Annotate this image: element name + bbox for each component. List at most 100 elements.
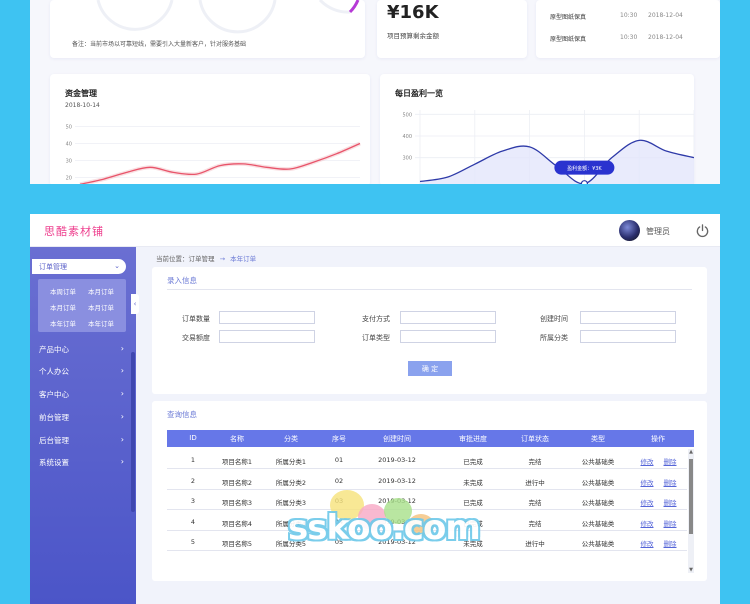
table-cell: 2	[190, 476, 196, 485]
table-cell: 进行中	[525, 540, 545, 548]
edit-link[interactable]: 修改	[641, 456, 654, 466]
summary-card: 备注：当前市场以可靠短线，需要引入大量新客户，针对服务基础	[50, 0, 365, 58]
power-icon[interactable]	[695, 223, 710, 238]
line-glow	[79, 141, 361, 184]
scroll-thumb[interactable]	[689, 459, 693, 534]
table-cell: 公共基础类	[581, 478, 615, 487]
table-cell: 公共基础类	[581, 540, 615, 548]
y-tick-label: 400	[402, 134, 412, 140]
table-cell: 公共基础类	[581, 519, 615, 528]
submenu-item[interactable]: 本月订单	[50, 302, 76, 312]
table-cell: 项目名称2	[221, 478, 253, 487]
table-cell: 项目名称5	[221, 540, 253, 548]
tooltip-text: 盈利金额：¥3K	[567, 165, 602, 172]
orders-submenu: 本周订单 本月订单 本月订单 本月订单 本年订单 本年订单	[38, 279, 126, 332]
watermark-logo: sskoo.com	[268, 490, 498, 560]
chevron-down-icon: ⌄	[114, 262, 120, 270]
sidebar-scrollbar[interactable]	[131, 352, 135, 512]
user-name[interactable]: 管理员	[646, 226, 670, 237]
scroll-down-icon[interactable]: ▼	[688, 567, 694, 573]
confirm-button[interactable]: 确 定	[408, 361, 452, 376]
edit-link[interactable]: 修改	[641, 518, 654, 528]
breadcrumb: 当前位置：订单管理 → 本年订单	[156, 255, 257, 263]
payment-method-input[interactable]	[400, 311, 496, 324]
entry-section: 录入信息 订单数量 支付方式 创建时间 交易额度 订单类型 所属分类 确 定	[152, 267, 707, 394]
dashboard-preview: 备注：当前市场以可靠短线，需要引入大量新客户，针对服务基础 ¥16K 项目预算剩…	[30, 0, 720, 184]
table-cell: 项目名称3	[221, 499, 253, 507]
delete-link[interactable]: 删除	[664, 456, 677, 466]
order-count-input[interactable]	[219, 311, 315, 324]
submenu-item[interactable]: 本周订单	[50, 286, 76, 296]
table-row: 1 项目名称1 所属分类1 01 2019-03-12 已完成 完结 公共基础类 修改 删除	[167, 449, 687, 469]
breadcrumb-parent[interactable]: 订单管理	[189, 255, 215, 263]
table-cell: 2019-03-12	[378, 456, 416, 464]
table-cell: 4	[190, 517, 196, 526]
table-cell: 3	[190, 497, 196, 505]
delete-link[interactable]: 删除	[664, 538, 677, 548]
table-scrollbar[interactable]: ▲ ▼	[688, 449, 694, 573]
y-tick-label: 300	[402, 156, 412, 162]
entry-title: 录入信息	[167, 276, 197, 285]
breadcrumb-current: 本年订单	[230, 255, 257, 263]
collapse-sidebar-button[interactable]: ‹	[131, 294, 139, 314]
category-input[interactable]	[580, 330, 676, 343]
scroll-up-icon[interactable]: ▲	[688, 449, 694, 455]
budget-value: ¥16K	[387, 2, 439, 23]
field-label: 交易额度	[182, 334, 210, 342]
field-label: 订单数量	[182, 315, 210, 323]
sidebar-item-settings[interactable]: 系统设置 ›	[39, 457, 124, 468]
sidebar-item-customers[interactable]: 客户中心 ›	[39, 389, 124, 400]
submenu-item[interactable]: 本年订单	[50, 318, 76, 328]
fund-chart-card: 资金管理 2018-10-14 50 40 30 20	[50, 74, 370, 184]
profit-chart-card: 每日盈利一览 500 400 300 盈利金额：¥3K	[380, 74, 694, 184]
record-card: 原型图纸保真 10:30 2018-12-04 原型图纸保真 10:30 201…	[536, 0, 720, 58]
sidebar-item-office[interactable]: 个人办公 ›	[39, 366, 124, 377]
gauge-arcs	[96, 0, 360, 34]
y-tick-label: 20	[66, 176, 72, 182]
sidebar: 订单管理 ⌄ 本周订单 本月订单 本月订单 本月订单 本年订单 本年订单 产品中心…	[30, 247, 136, 604]
sidebar-item-orders[interactable]: 订单管理 ⌄	[32, 259, 126, 274]
table-cell: 公共基础类	[581, 458, 615, 466]
create-time-input[interactable]	[580, 311, 676, 324]
table-cell: 完结	[528, 499, 542, 507]
trade-amount-input[interactable]	[219, 330, 315, 343]
chevron-right-icon: ›	[120, 435, 124, 444]
top-bar: 思酷素材铺 管理员	[30, 214, 720, 247]
field-label: 创建时间	[540, 315, 568, 323]
order-type-input[interactable]	[400, 330, 496, 343]
field-label: 订单类型	[362, 334, 390, 342]
watermark-text: sskoo.com	[288, 508, 481, 548]
budget-card: ¥16K 项目预算剩余金额	[377, 0, 527, 58]
chevron-right-icon: ›	[120, 344, 124, 353]
edit-link[interactable]: 修改	[641, 497, 654, 507]
table-cell: 公共基础类	[581, 499, 615, 507]
submenu-item[interactable]: 本月订单	[88, 302, 114, 312]
table-cell: 未完成	[463, 478, 483, 487]
data-point	[580, 180, 588, 184]
delete-link[interactable]: 删除	[664, 477, 677, 487]
edit-link[interactable]: 修改	[641, 538, 654, 548]
submenu-item[interactable]: 本月订单	[88, 286, 114, 296]
table-cell: 已完成	[463, 458, 483, 466]
table-cell: 01	[334, 456, 344, 464]
delete-link[interactable]: 删除	[664, 497, 677, 507]
y-tick-label: 50	[66, 125, 72, 131]
y-tick-label: 500	[402, 112, 412, 118]
chevron-right-icon: ›	[120, 457, 124, 466]
table-cell: 项目名称1	[221, 458, 253, 466]
table-cell: 5	[190, 538, 196, 546]
area-fill	[420, 140, 694, 184]
delete-link[interactable]: 删除	[664, 518, 677, 528]
divider	[167, 289, 692, 290]
chevron-right-icon: ›	[120, 412, 124, 421]
note-text: 备注：当前市场以可靠短线，需要引入大量新客户，针对服务基础	[72, 41, 247, 48]
sidebar-item-products[interactable]: 产品中心 ›	[39, 344, 124, 355]
avatar[interactable]	[619, 220, 640, 241]
edit-link[interactable]: 修改	[641, 477, 654, 487]
y-tick-label: 30	[66, 159, 72, 165]
sidebar-item-backend[interactable]: 后台管理 ›	[39, 435, 124, 446]
field-label: 所属分类	[540, 334, 568, 342]
submenu-item[interactable]: 本年订单	[88, 318, 114, 328]
table-cell: 完结	[528, 519, 542, 528]
sidebar-item-frontend[interactable]: 前台管理 ›	[39, 412, 124, 423]
